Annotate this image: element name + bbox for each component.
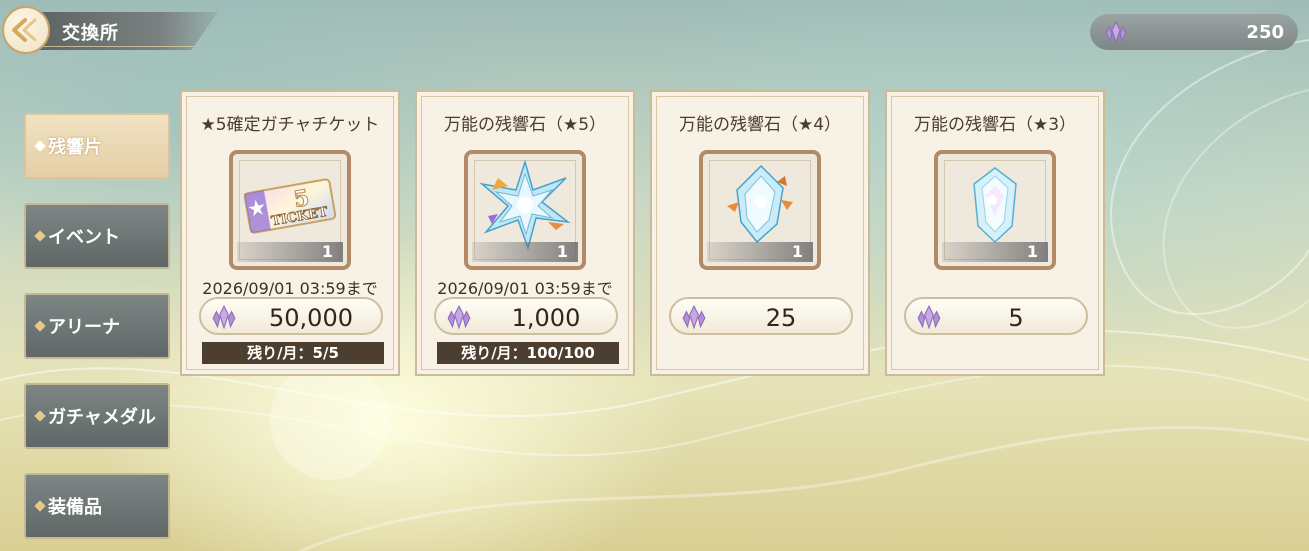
currency-display: 250 [1090, 14, 1298, 50]
diamond-bullet-icon [34, 410, 46, 422]
sidebar-item-label: 装備品 [48, 497, 102, 518]
sidebar-item-label: イベント [48, 227, 120, 248]
item-price: 1,000 [511, 304, 581, 332]
item-quantity: 1 [237, 242, 343, 262]
item-quantity: 1 [707, 242, 813, 262]
shop-item-card[interactable]: 万能の残響石（★3） 1 5 [885, 90, 1105, 376]
sidebar-item-label: ガチャメダル [48, 407, 156, 428]
back-arrow-icon [12, 18, 37, 42]
shop-item-card[interactable]: 万能の残響石（★5） 1 2026/09/01 03:59まで 1,000 残り… [415, 90, 635, 376]
item-price: 25 [765, 304, 797, 332]
crystal-shard-icon [1104, 20, 1128, 47]
crystal-shard-icon [681, 304, 707, 334]
diamond-bullet-icon [34, 140, 46, 152]
exchange-button[interactable]: 5 [904, 297, 1088, 335]
monthly-remaining: 残り/月：100/100 [437, 342, 619, 364]
sidebar-item-gacha-medal[interactable]: ガチャメダル [24, 383, 170, 449]
exchange-button[interactable]: 25 [669, 297, 853, 335]
exchange-button[interactable]: 50,000 [199, 297, 383, 335]
crystal-shard-icon [916, 304, 942, 334]
item-thumbnail: 1 [464, 150, 586, 270]
crystal-star4-icon [727, 164, 793, 244]
item-thumbnail: 1 [934, 150, 1056, 270]
item-thumbnail: 1 [699, 150, 821, 270]
shop-item-card[interactable]: ★5確定ガチャチケット 5 TICKET 1 2026/09/01 03:59ま… [180, 90, 400, 376]
item-expiry: 2026/09/01 03:59まで [437, 279, 613, 298]
back-button[interactable] [2, 6, 50, 54]
sidebar-item-arena[interactable]: アリーナ [24, 293, 170, 359]
item-name: 万能の残響石（★4） [678, 115, 842, 135]
diamond-bullet-icon [34, 500, 46, 512]
shop-item-card[interactable]: 万能の残響石（★4） 1 25 [650, 90, 870, 376]
item-name: ★5確定ガチャチケット [200, 115, 380, 135]
crystal-shard-icon [446, 304, 472, 334]
sidebar-item-label: 残響片 [48, 137, 102, 158]
star5-ticket-icon: 5 TICKET [243, 178, 337, 234]
diamond-bullet-icon [34, 320, 46, 332]
sidebar-item-label: アリーナ [48, 317, 120, 338]
page-title: 交換所 [62, 23, 119, 44]
exchange-button[interactable]: 1,000 [434, 297, 618, 335]
monthly-remaining: 残り/月：5/5 [202, 342, 384, 364]
crystal-star3-icon [973, 167, 1017, 244]
item-price: 5 [1008, 304, 1024, 332]
item-expiry: 2026/09/01 03:59まで [202, 279, 378, 298]
sidebar-item-zankyohen[interactable]: 残響片 [24, 113, 170, 179]
sidebar-item-event[interactable]: イベント [24, 203, 170, 269]
diamond-bullet-icon [34, 230, 46, 242]
currency-amount: 250 [1246, 22, 1284, 43]
crystal-star5-icon [479, 160, 571, 250]
item-name: 万能の残響石（★3） [913, 115, 1077, 135]
item-price: 50,000 [269, 304, 353, 332]
item-name: 万能の残響石（★5） [443, 115, 607, 135]
item-quantity: 1 [942, 242, 1048, 262]
item-thumbnail: 5 TICKET 1 [229, 150, 351, 270]
item-quantity: 1 [472, 242, 578, 262]
crystal-shard-icon [211, 304, 237, 334]
title-bar [28, 12, 218, 50]
sidebar-item-equipment[interactable]: 装備品 [24, 473, 170, 539]
